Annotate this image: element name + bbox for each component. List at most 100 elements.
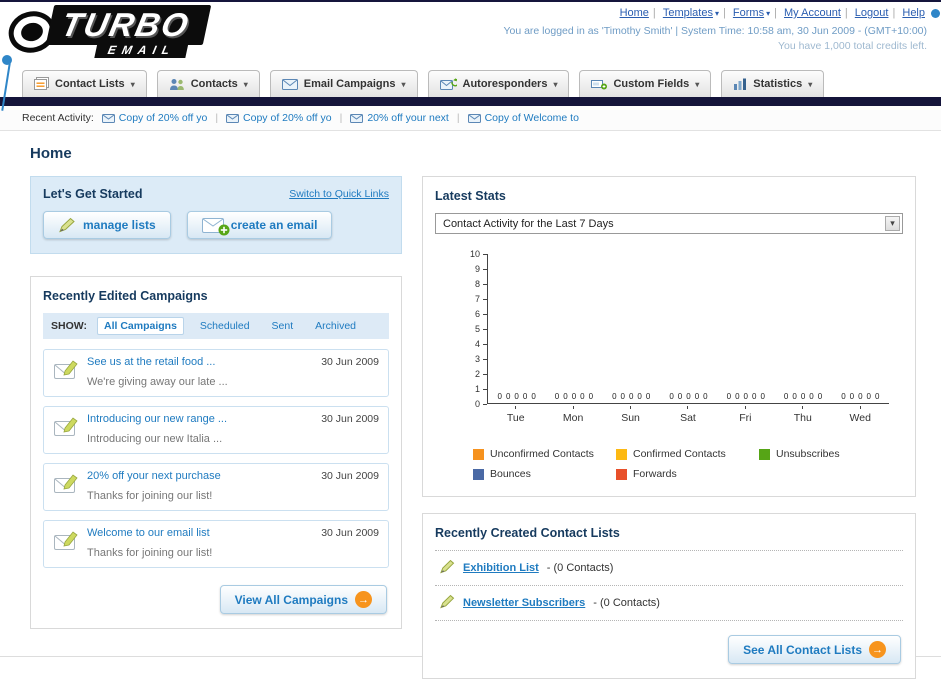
view-all-campaigns-label: View All Campaigns bbox=[234, 592, 348, 607]
bar-value-label: 0 bbox=[522, 392, 528, 401]
corner-dot bbox=[931, 9, 940, 18]
campaign-title-link[interactable]: Introducing our new range ... bbox=[87, 413, 313, 425]
bar-value-label: 0 bbox=[735, 392, 740, 401]
chevron-down-icon: ▾ bbox=[695, 79, 700, 89]
chart-legend: Unconfirmed Contacts Confirmed Contacts Un… bbox=[473, 448, 903, 480]
contact-list-item[interactable]: Newsletter Subscribers - (0 Contacts) bbox=[435, 586, 903, 621]
bar-value-label: 0 bbox=[858, 392, 863, 401]
x-axis-label: Sun bbox=[602, 406, 659, 424]
campaign-row[interactable]: 20% off your next purchase Thanks for jo… bbox=[43, 463, 389, 511]
main-content: Home Let's Get Started Switch to Quick L… bbox=[0, 131, 941, 679]
filter-option[interactable]: All Campaigns bbox=[96, 317, 184, 335]
chart-main: 00000000000000000000000000000000000 Tue M… bbox=[487, 254, 889, 424]
campaign-title-link[interactable]: See us at the retail food ... bbox=[87, 356, 313, 368]
envelope-plus-icon bbox=[201, 217, 230, 235]
view-all-campaigns-button[interactable]: View All Campaigns → bbox=[219, 585, 387, 614]
chart-bar-group: 00000 bbox=[832, 392, 889, 403]
contact-list-link[interactable]: Exhibition List bbox=[463, 562, 539, 574]
campaigns-panel-title: Recently Edited Campaigns bbox=[43, 289, 208, 303]
x-axis-label: Wed bbox=[832, 406, 889, 424]
logo-subtitle: EMAIL bbox=[94, 42, 190, 58]
arrow-right-icon: → bbox=[355, 591, 372, 608]
tab-autoresponders[interactable]: Autoresponders ▾ bbox=[427, 70, 570, 97]
show-label: SHOW: bbox=[51, 320, 87, 332]
x-axis-label: Fri bbox=[717, 406, 774, 424]
legend-label: Forwards bbox=[633, 468, 677, 480]
create-email-button[interactable]: create an email bbox=[186, 211, 333, 239]
tab-contacts[interactable]: Contacts ▾ bbox=[156, 70, 260, 97]
legend-item: Bounces bbox=[473, 468, 616, 480]
tab-email-campaigns[interactable]: Email Campaigns ▾ bbox=[269, 70, 418, 97]
campaigns-filter-bar: SHOW: All Campaigns Scheduled Sent Archi… bbox=[43, 313, 389, 339]
tab-custom-fields[interactable]: Custom Fields ▾ bbox=[579, 70, 712, 97]
campaign-title-link[interactable]: Welcome to our email list bbox=[87, 527, 313, 539]
bar-value-label: 0 bbox=[800, 392, 806, 401]
bar-value-label: 0 bbox=[554, 392, 560, 401]
contact-list-detail: - (0 Contacts) bbox=[546, 562, 614, 574]
chevron-down-icon: ▾ bbox=[130, 79, 135, 89]
switch-quick-links-link[interactable]: Switch to Quick Links bbox=[289, 188, 389, 200]
filter-option[interactable]: Sent bbox=[266, 318, 300, 334]
campaign-title-link[interactable]: 20% off your next purchase bbox=[87, 470, 313, 482]
bar-value-label: 0 bbox=[497, 392, 502, 401]
latest-stats-panel: Latest Stats Contact Activity for the La… bbox=[422, 176, 916, 497]
bar-value-label: 0 bbox=[703, 392, 708, 401]
legend-item: Confirmed Contacts bbox=[616, 448, 759, 460]
contact-list-link[interactable]: Newsletter Subscribers bbox=[463, 597, 585, 609]
legend-item: Unsubscribes bbox=[759, 448, 902, 460]
campaign-row[interactable]: See us at the retail food ... We're givi… bbox=[43, 349, 389, 397]
recent-activity-item[interactable]: Copy of Welcome to bbox=[467, 112, 579, 124]
chart-x-labels: Tue Mon Sun Sat Fri Thu Wed bbox=[487, 406, 889, 424]
y-axis-label: 2 bbox=[474, 369, 480, 379]
stats-activity-dropdown[interactable]: Contact Activity for the Last 7 Days ▾ bbox=[435, 213, 903, 234]
nav-separator: | bbox=[652, 7, 656, 19]
chart-bar-group: 00000 bbox=[488, 392, 545, 403]
chevron-down-icon: ▾ bbox=[885, 216, 900, 231]
filter-option[interactable]: Scheduled bbox=[194, 318, 256, 334]
nav-link-logout[interactable]: Logout bbox=[855, 7, 889, 19]
legend-swatch bbox=[473, 448, 484, 460]
contact-list-detail: - (0 Contacts) bbox=[593, 597, 660, 609]
autoresponders-icon bbox=[439, 78, 457, 90]
nav-link-home[interactable]: Home bbox=[620, 7, 649, 19]
chart-bar-group: 00000 bbox=[603, 392, 660, 403]
filter-option[interactable]: Archived bbox=[309, 318, 362, 334]
bar-value-label: 0 bbox=[514, 392, 519, 401]
credits-info: You have 1,000 total credits left. bbox=[777, 40, 927, 52]
x-axis-label: Tue bbox=[487, 406, 544, 424]
main-nav: Contact Lists ▾ Contacts ▾ Email Campaigns… bbox=[0, 64, 941, 97]
tab-contact-lists[interactable]: Contact Lists ▾ bbox=[22, 70, 147, 97]
campaign-info: See us at the retail food ... We're givi… bbox=[87, 356, 313, 390]
recent-activity-item[interactable]: Copy of 20% off yo bbox=[101, 112, 207, 124]
arrow-right-icon: → bbox=[869, 641, 886, 658]
nav-link-forms[interactable]: Forms ▾ bbox=[733, 7, 770, 19]
x-axis-label: Thu bbox=[774, 406, 831, 424]
campaign-row[interactable]: Introducing our new range ... Introducin… bbox=[43, 406, 389, 454]
get-started-panel: Let's Get Started Switch to Quick Links … bbox=[30, 176, 402, 254]
activity-separator: | bbox=[456, 112, 460, 124]
recent-activity-item[interactable]: Copy of 20% off yo bbox=[226, 112, 332, 124]
tab-statistics[interactable]: Statistics ▾ bbox=[721, 70, 825, 97]
manage-lists-button[interactable]: manage lists bbox=[43, 211, 171, 239]
nav-link-templates[interactable]: Templates ▾ bbox=[663, 7, 719, 19]
bar-value-label: 0 bbox=[669, 392, 674, 401]
tab-label: Autoresponders bbox=[462, 78, 548, 90]
nav-link-help[interactable]: Help bbox=[902, 7, 925, 19]
legend-item: Unconfirmed Contacts bbox=[473, 448, 616, 460]
see-all-contact-lists-button[interactable]: See All Contact Lists → bbox=[728, 635, 901, 664]
y-axis-label: 10 bbox=[469, 249, 480, 259]
bar-value-label: 0 bbox=[645, 392, 651, 401]
create-email-label: create an email bbox=[230, 218, 318, 232]
nav-link-my-account[interactable]: My Account bbox=[784, 7, 841, 19]
campaign-date: 30 Jun 2009 bbox=[321, 413, 379, 425]
nav-separator: | bbox=[844, 7, 848, 19]
legend-swatch bbox=[759, 448, 770, 460]
contact-list-item[interactable]: Exhibition List - (0 Contacts) bbox=[435, 551, 903, 586]
recent-activity-item[interactable]: 20% off your next bbox=[350, 112, 449, 124]
page-title: Home bbox=[30, 145, 72, 162]
y-axis-label: 3 bbox=[474, 354, 480, 364]
contact-lists-icon bbox=[34, 77, 49, 90]
recent-activity-label: Recent Activity: bbox=[22, 112, 94, 124]
legend-item: Forwards bbox=[616, 468, 759, 480]
campaign-row[interactable]: Welcome to our email list Thanks for joi… bbox=[43, 520, 389, 568]
